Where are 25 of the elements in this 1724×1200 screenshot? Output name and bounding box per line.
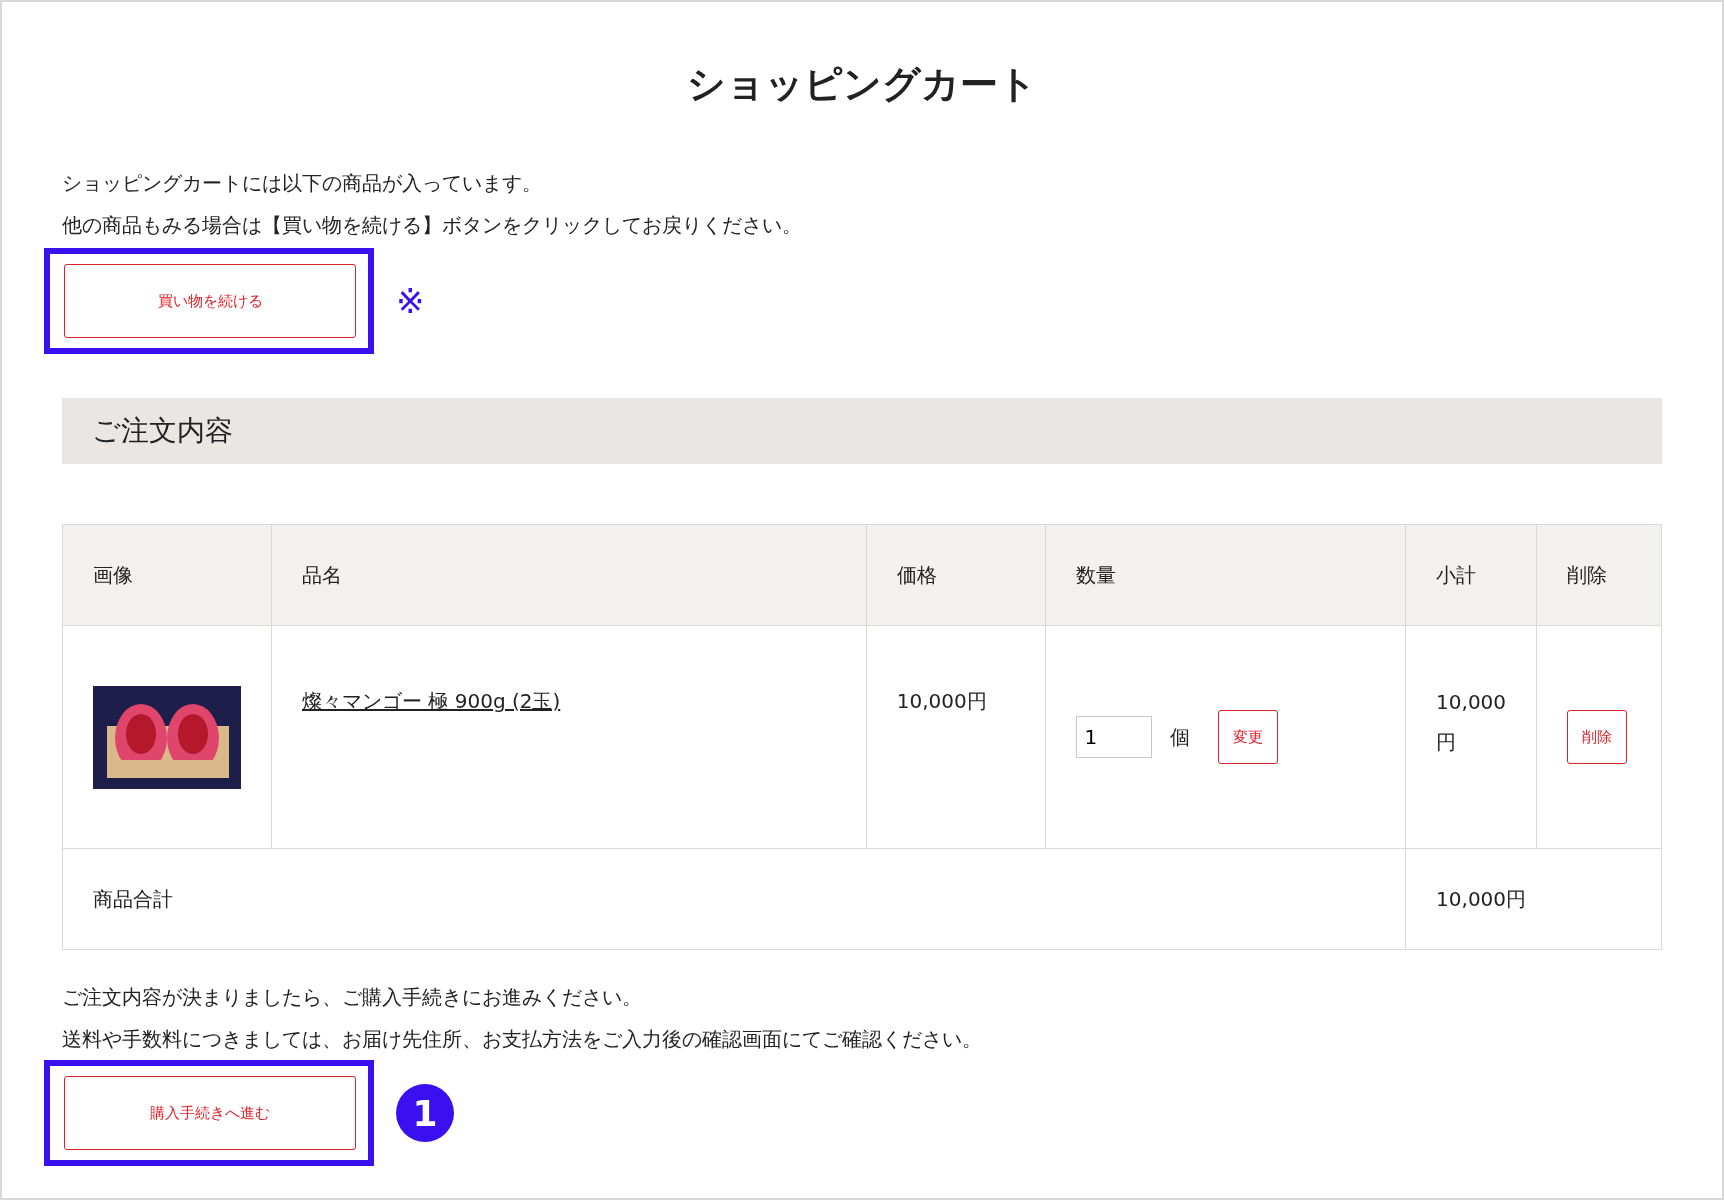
continue-shopping-button[interactable]: 買い物を続ける xyxy=(64,264,356,338)
quantity-field[interactable]: 1 xyxy=(1075,716,1152,758)
annotation-mark: ※ xyxy=(396,281,425,321)
intro-text: 他の商品もみる場合は【買い物を続ける】ボタンをクリックしてお戻りください。 xyxy=(62,212,803,239)
guidance-text: 送料や手数料につきましては、お届け先住所、お支払方法をご入力後の確認画面にてご確認ください。 xyxy=(62,1026,983,1053)
unit-text: 個 xyxy=(1169,723,1190,751)
total-label: 商品合計 xyxy=(93,886,173,911)
checkout-button[interactable]: 購入手続きへ進む xyxy=(64,1076,356,1150)
column-header: 価格 xyxy=(866,524,1046,626)
column-header: 削除 xyxy=(1536,524,1662,626)
section-heading: ご注文内容 xyxy=(92,413,233,449)
page-title: ショッピングカート xyxy=(686,60,1038,108)
column-header: 品名 xyxy=(271,524,867,626)
subtotal-text: 10,000円 xyxy=(1436,690,1507,754)
change-button[interactable]: 変更 xyxy=(1217,710,1278,764)
intro-text: ショッピングカートには以下の商品が入っています。 xyxy=(62,170,543,197)
step-number-badge: 1 xyxy=(396,1084,454,1142)
total-value: 10,000円 xyxy=(1436,886,1527,911)
product-name-link[interactable]: 燦々マンゴー 極 900g (2玉) xyxy=(302,689,561,713)
guidance-text: ご注文内容が決まりましたら、ご購入手続きにお進みください。 xyxy=(62,984,643,1011)
delete-button[interactable]: 削除 xyxy=(1567,710,1628,764)
column-header: 小計 xyxy=(1405,524,1537,626)
price-text: 10,000円 xyxy=(896,689,987,713)
column-header: 数量 xyxy=(1045,524,1406,626)
column-header: 画像 xyxy=(62,524,272,626)
